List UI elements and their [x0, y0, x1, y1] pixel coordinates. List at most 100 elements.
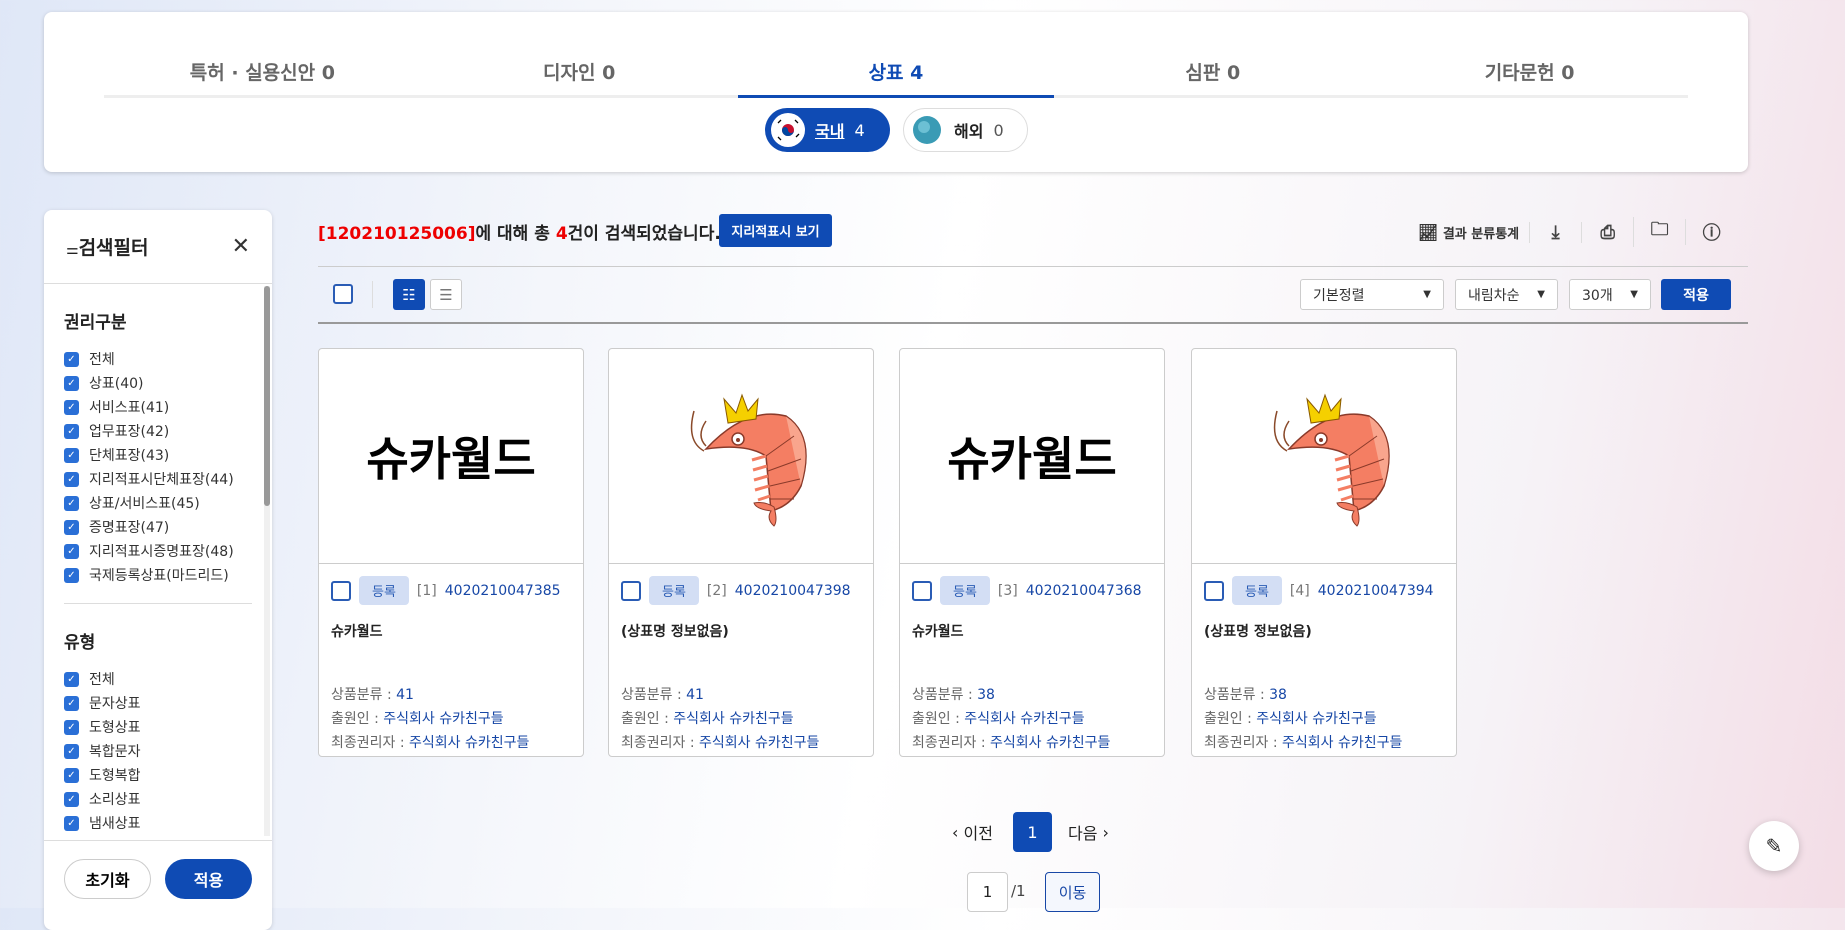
card-view-icon[interactable]: ☷ — [393, 279, 425, 310]
select-all-checkbox[interactable] — [333, 284, 353, 304]
page-1-button[interactable]: 1 — [1013, 812, 1052, 852]
application-number-link[interactable]: 4020210047385 — [445, 583, 561, 599]
card-checkbox[interactable] — [1204, 580, 1224, 601]
order-select[interactable]: 내림차순 ▼ — [1455, 279, 1558, 310]
checkbox-checked-icon[interactable]: ✓ — [64, 399, 79, 415]
checkbox-checked-icon[interactable]: ✓ — [64, 543, 79, 559]
applicant-value[interactable]: 주식회사 슈카친구들 — [1256, 711, 1376, 727]
filter-checkbox-item[interactable]: ✓ 문자상표 — [64, 691, 252, 715]
trademark-image[interactable]: 슈카월드 — [319, 349, 583, 564]
per-page-select[interactable]: 30개 ▼ — [1569, 279, 1651, 310]
status-badge: 등록 — [359, 576, 409, 605]
filter-section-title: 유형 — [64, 633, 96, 653]
class-value: 38 — [977, 687, 995, 703]
info-icon[interactable]: ⓘ — [1685, 219, 1737, 245]
owner-value[interactable]: 주식회사 슈카친구들 — [699, 735, 819, 751]
filter-checkbox-item[interactable]: ✓ 복합문자 — [64, 739, 252, 763]
region-domestic-button[interactable]: 국내 4 — [765, 108, 890, 152]
filter-apply-button[interactable]: 적용 — [165, 859, 252, 899]
owner-label: 최종권리자 : — [1204, 735, 1283, 751]
checkbox-checked-icon[interactable]: ✓ — [64, 743, 79, 759]
tab-4[interactable]: 기타문헌 0 — [1371, 52, 1688, 95]
search-filter-panel: ⚌검색필터 ✕ 권리구분 ✓ 전체 ✓ 상표(40) ✓ 서비스표(41) ✓ 업무표장(42)… — [44, 210, 272, 930]
trademark-image[interactable] — [1192, 349, 1456, 564]
filter-checkbox-item[interactable]: ✓ 업무표장(42) — [64, 419, 252, 443]
next-page-button[interactable]: 다음 › — [1068, 820, 1109, 844]
list-view-icon[interactable]: ☰ — [430, 279, 462, 310]
checkbox-checked-icon[interactable]: ✓ — [64, 447, 79, 463]
checkbox-checked-icon[interactable]: ✓ — [64, 423, 79, 439]
filter-checkbox-item[interactable]: ✓ 지리적표시단체표장(44) — [64, 467, 252, 491]
checkbox-checked-icon[interactable]: ✓ — [64, 519, 79, 535]
result-card[interactable]: 등록 [2] 4020210047398 (상표명 정보없음) 상품분류 : 41 … — [608, 348, 874, 757]
trademark-image[interactable]: 슈카월드 — [900, 349, 1164, 564]
filter-checkbox-item[interactable]: ✓ 상표/서비스표(45) — [64, 491, 252, 515]
filter-item-label: 도형상표 — [89, 720, 141, 736]
filter-checkbox-item[interactable]: ✓ 국제등록상표(마드리드) — [64, 563, 252, 587]
filter-checkbox-item[interactable]: ✓ 단체표장(43) — [64, 443, 252, 467]
checkbox-checked-icon[interactable]: ✓ — [64, 815, 79, 831]
checkbox-checked-icon[interactable]: ✓ — [64, 791, 79, 807]
filter-checkbox-item[interactable]: ✓ 전체 — [64, 667, 252, 691]
applicant-value[interactable]: 주식회사 슈카친구들 — [964, 711, 1084, 727]
application-number-link[interactable]: 4020210047394 — [1318, 583, 1434, 599]
prev-page-button[interactable]: ‹ 이전 — [952, 820, 993, 844]
application-number-link[interactable]: 4020210047368 — [1026, 583, 1142, 599]
filter-checkbox-item[interactable]: ✓ 전체 — [64, 347, 252, 371]
geo-indication-button[interactable]: 지리적표시 보기 — [719, 214, 832, 247]
checkbox-checked-icon[interactable]: ✓ — [64, 567, 79, 583]
checkbox-checked-icon[interactable]: ✓ — [64, 375, 79, 391]
page-go-button[interactable]: 이동 — [1045, 872, 1100, 912]
tab-3[interactable]: 심판 0 — [1054, 52, 1371, 95]
applicant-value[interactable]: 주식회사 슈카친구들 — [673, 711, 793, 727]
checkbox-checked-icon[interactable]: ✓ — [64, 695, 79, 711]
print-icon[interactable]: ⎙ — [1581, 221, 1633, 243]
card-checkbox[interactable] — [331, 580, 351, 601]
owner-value[interactable]: 주식회사 슈카친구들 — [990, 735, 1110, 751]
filter-checkbox-item[interactable]: ✓ 소리상표 — [64, 787, 252, 811]
filter-checkbox-item[interactable]: ✓ 서비스표(41) — [64, 395, 252, 419]
region-overseas-button[interactable]: 해외 0 — [903, 108, 1028, 152]
filter-sliders-icon: ⚌ — [66, 242, 79, 258]
tab-2[interactable]: 상표 4 — [737, 52, 1055, 98]
edit-fab-button[interactable]: ✎ — [1749, 821, 1799, 871]
tab-0[interactable]: 특허 · 실용신안 0 — [104, 52, 421, 95]
region-overseas-count: 0 — [993, 120, 1004, 140]
close-icon[interactable]: ✕ — [232, 234, 250, 259]
card-checkbox[interactable] — [621, 580, 641, 601]
checkbox-checked-icon[interactable]: ✓ — [64, 671, 79, 687]
folder-icon[interactable]: 🗀 — [1633, 217, 1685, 247]
download-icon[interactable]: ⤓ — [1529, 221, 1581, 243]
filter-checkbox-item[interactable]: ✓ 도형복합 — [64, 763, 252, 787]
trademark-name: 슈카월드 — [331, 624, 383, 640]
trademark-image[interactable] — [609, 349, 873, 564]
result-card[interactable]: 슈카월드 등록 [1] 4020210047385 슈카월드 상품분류 : 41 출… — [318, 348, 584, 757]
tab-1[interactable]: 디자인 0 — [421, 52, 738, 95]
toolbar-apply-button[interactable]: 적용 — [1661, 279, 1731, 310]
filter-reset-button[interactable]: 초기화 — [64, 859, 152, 899]
result-card[interactable]: 슈카월드 등록 [3] 4020210047368 슈카월드 상품분류 : 38 출… — [899, 348, 1165, 757]
filter-scrollbar[interactable] — [264, 286, 270, 836]
filter-checkbox-item[interactable]: ✓ 상표(40) — [64, 371, 252, 395]
filter-title: ⚌검색필터 — [66, 233, 148, 260]
result-count: 4 — [555, 224, 568, 244]
tab-count: 0 — [1226, 62, 1241, 84]
filter-checkbox-item[interactable]: ✓ 냄새상표 — [64, 811, 252, 835]
checkbox-checked-icon[interactable]: ✓ — [64, 351, 79, 367]
checkbox-checked-icon[interactable]: ✓ — [64, 495, 79, 511]
checkbox-checked-icon[interactable]: ✓ — [64, 767, 79, 783]
applicant-value[interactable]: 주식회사 슈카친구들 — [383, 711, 503, 727]
stats-button[interactable]: 📈︎ 결과 분류통계 — [1418, 223, 1529, 242]
page-input[interactable]: 1 — [967, 872, 1008, 912]
checkbox-checked-icon[interactable]: ✓ — [64, 719, 79, 735]
sort-select[interactable]: 기본정렬 ▼ — [1300, 279, 1444, 310]
card-checkbox[interactable] — [912, 580, 932, 601]
application-number-link[interactable]: 4020210047398 — [735, 583, 851, 599]
filter-checkbox-item[interactable]: ✓ 지리적표시증명표장(48) — [64, 539, 252, 563]
filter-checkbox-item[interactable]: ✓ 증명표장(47) — [64, 515, 252, 539]
owner-value[interactable]: 주식회사 슈카친구들 — [409, 735, 529, 751]
checkbox-checked-icon[interactable]: ✓ — [64, 471, 79, 487]
result-card[interactable]: 등록 [4] 4020210047394 (상표명 정보없음) 상품분류 : 38 … — [1191, 348, 1457, 757]
filter-checkbox-item[interactable]: ✓ 도형상표 — [64, 715, 252, 739]
owner-value[interactable]: 주식회사 슈카친구들 — [1282, 735, 1402, 751]
